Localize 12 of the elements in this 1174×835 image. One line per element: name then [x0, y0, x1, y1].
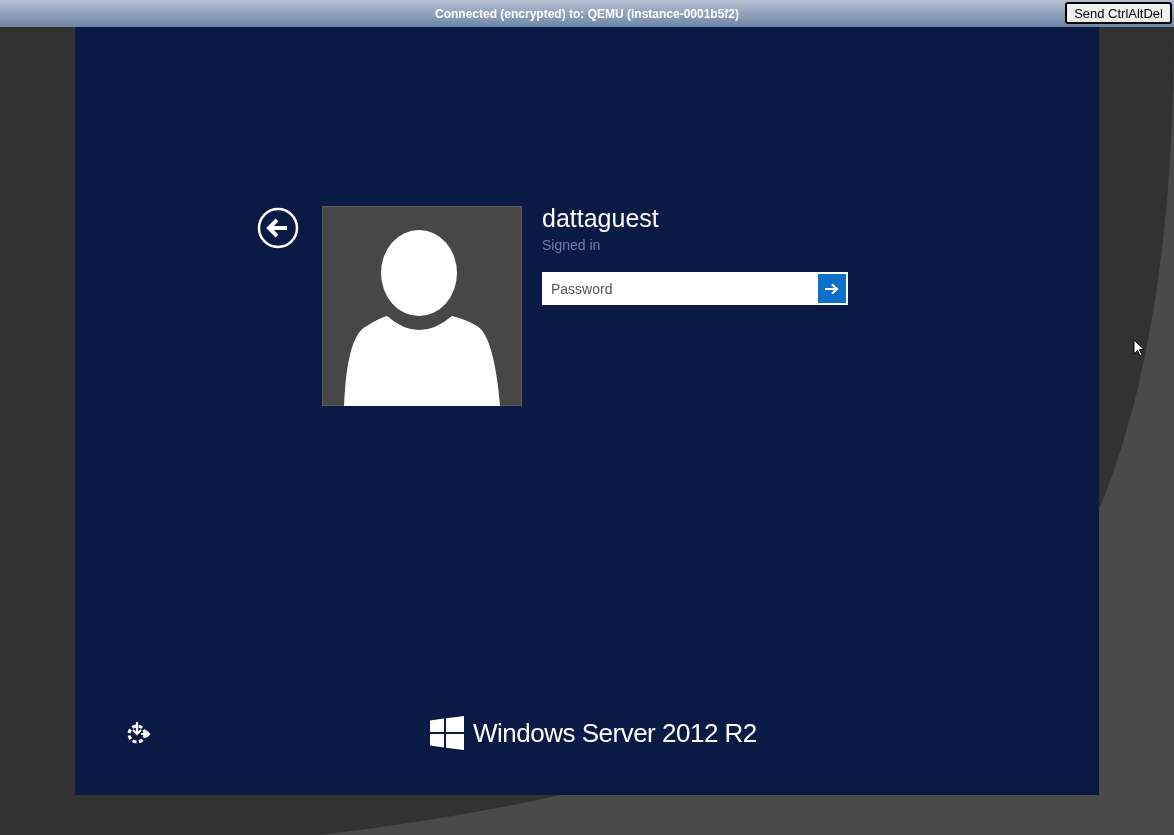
- connection-status: Connected (encrypted) to: QEMU (instance-0001b5f2): [434, 5, 740, 23]
- product-name: Windows Server 2012 R2: [473, 720, 757, 746]
- arrow-right-icon: [825, 282, 839, 295]
- windows-logo-icon: [430, 716, 464, 750]
- sign-in-status: Signed in: [542, 236, 602, 255]
- mouse-cursor-icon: [1133, 339, 1145, 357]
- submit-arrow-button[interactable]: [816, 272, 848, 305]
- back-icon[interactable]: [257, 207, 299, 249]
- user-name: dattaguest: [542, 203, 660, 233]
- password-field[interactable]: Password: [542, 272, 816, 305]
- send-ctrl-alt-del-button[interactable]: Send CtrlAltDel: [1065, 2, 1172, 24]
- ease-of-access-icon[interactable]: [125, 720, 151, 746]
